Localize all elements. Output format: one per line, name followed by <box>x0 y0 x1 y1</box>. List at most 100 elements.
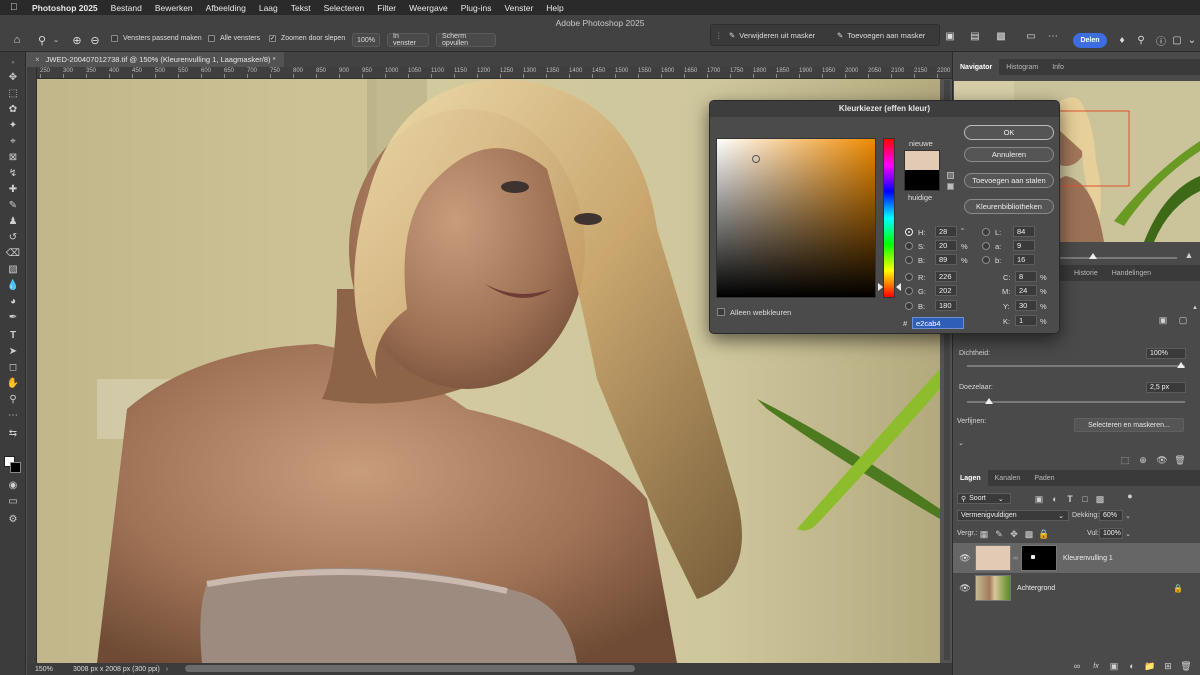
grip-icon[interactable]: ⋮ <box>715 28 723 43</box>
type-tool-icon[interactable]: T <box>4 328 22 342</box>
saturation-radio[interactable] <box>905 242 913 250</box>
tab-histogram[interactable]: Histogram <box>999 59 1045 75</box>
fit-windows-checkbox[interactable]: Vensters passend maken <box>111 35 202 42</box>
move-tool-icon[interactable]: ✥ <box>4 70 22 84</box>
link-icon[interactable]: ∞ <box>1013 555 1019 562</box>
search-icon[interactable]: ⚲ <box>1134 33 1148 47</box>
add-mask-icon[interactable]: ▣ <box>1108 660 1120 672</box>
add-to-swatches-button[interactable]: Toevoegen aan stalen <box>964 173 1054 188</box>
tab-layers[interactable]: Lagen <box>953 470 988 486</box>
screen-mode-icon[interactable]: ▭ <box>4 494 22 508</box>
layer-mask-thumbnail[interactable] <box>1021 545 1057 571</box>
tab-history[interactable]: Historie <box>1067 265 1105 281</box>
tab-actions[interactable]: Handelingen <box>1105 265 1158 281</box>
chevron-down-icon[interactable]: ⌄ <box>1122 510 1134 522</box>
trash-icon[interactable]: 🗑 <box>1180 660 1192 672</box>
fx-icon[interactable]: fx <box>1090 660 1102 672</box>
hex-field[interactable]: e2cab4 <box>912 317 964 329</box>
ok-button[interactable]: OK <box>964 125 1054 140</box>
menu-edit[interactable]: Bewerken <box>155 3 193 13</box>
panel-scroll-icon[interactable]: ▲ <box>1189 302 1200 314</box>
black-field[interactable]: 1 <box>1015 315 1037 326</box>
filter-adjustment-icon[interactable]: ◐ <box>1049 493 1061 505</box>
color-libraries-button[interactable]: Kleurenbibliotheken <box>964 199 1054 214</box>
path-selection-tool-icon[interactable]: ➤ <box>4 344 22 358</box>
shape-tool-icon[interactable]: ◻ <box>4 360 22 374</box>
filter-type-icon[interactable]: T <box>1064 493 1076 505</box>
tab-channels[interactable]: Kanalen <box>988 470 1028 486</box>
visibility-eye-icon[interactable]: 👁 <box>957 583 973 594</box>
layer-background-thumbnail[interactable] <box>975 575 1011 601</box>
eyedropper-tool-icon[interactable]: ↯ <box>4 166 22 180</box>
workspace-icon[interactable]: ▢ <box>1170 33 1184 47</box>
mask-option-icon-3[interactable]: ▩ <box>994 29 1008 43</box>
tab-paths[interactable]: Paden <box>1027 470 1061 486</box>
clone-stamp-tool-icon[interactable]: ♟ <box>4 214 22 228</box>
lab-b-field[interactable]: 16 <box>1013 254 1035 265</box>
add-to-mask-button[interactable]: ✎ Toevoegen aan masker <box>837 28 925 43</box>
lasso-tool-icon[interactable]: ✿ <box>4 102 22 116</box>
brightness-radio[interactable] <box>905 256 913 264</box>
share-tool-icon[interactable]: ⚙ <box>4 512 22 526</box>
apple-icon[interactable]:  <box>10 2 22 13</box>
apply-mask-icon[interactable]: ⊕ <box>1137 454 1149 466</box>
hue-slider[interactable] <box>883 138 895 298</box>
dodge-tool-icon[interactable]: ◕ <box>4 294 22 308</box>
menu-window[interactable]: Venster <box>504 3 533 13</box>
feather-slider[interactable] <box>967 401 1185 403</box>
blue-field[interactable]: 180 <box>935 300 957 311</box>
new-layer-icon[interactable]: ⊞ <box>1162 660 1174 672</box>
eraser-tool-icon[interactable]: ⌫ <box>4 246 22 260</box>
history-brush-tool-icon[interactable]: ↺ <box>4 230 22 244</box>
menu-image[interactable]: Afbeelding <box>206 3 246 13</box>
select-and-mask-button[interactable]: Selecteren en maskeren... <box>1074 418 1184 432</box>
blue-radio[interactable] <box>905 302 913 310</box>
layer-name[interactable]: Achtergrond <box>1017 585 1055 592</box>
gamut-warning-icon[interactable] <box>947 183 954 190</box>
frame-tool-icon[interactable]: ⊠ <box>4 150 22 164</box>
mask-option-icon-2[interactable]: ▤ <box>968 29 982 43</box>
swap-colors-icon[interactable]: ⇆ <box>4 426 22 440</box>
menu-file[interactable]: Bestand <box>111 3 142 13</box>
remove-from-mask-button[interactable]: ✎ Verwijderen uit masker <box>729 28 815 43</box>
blur-tool-icon[interactable]: 💧 <box>4 278 22 292</box>
density-field[interactable]: 100% <box>1146 348 1186 359</box>
hue-field[interactable]: 28 <box>935 226 957 237</box>
document-tab[interactable]: × JWED-200407012738.tif @ 150% (Kleurenv… <box>27 52 284 67</box>
fill-screen-button[interactable]: Scherm opvullen <box>436 33 496 47</box>
density-knob[interactable] <box>1177 362 1185 368</box>
zoom-level[interactable]: 150% <box>35 666 71 673</box>
trash-icon[interactable]: 🗑 <box>1174 454 1186 466</box>
zoom-out-icon[interactable]: ⊖ <box>87 32 103 48</box>
tab-info[interactable]: Info <box>1045 59 1071 75</box>
vertical-ruler[interactable] <box>27 67 37 663</box>
menu-view[interactable]: Weergave <box>409 3 448 13</box>
blend-mode-select[interactable]: Vermenigvuldigen ⌄ <box>957 510 1069 521</box>
hand-tool-icon[interactable]: ✋ <box>4 376 22 390</box>
feather-field[interactable]: 2,5 px <box>1146 382 1186 393</box>
red-radio[interactable] <box>905 273 913 281</box>
help-icon[interactable]: ⓘ <box>1154 33 1168 48</box>
menu-filter[interactable]: Filter <box>377 3 396 13</box>
zoom-in-icon[interactable]: ⊕ <box>69 32 85 48</box>
green-radio[interactable] <box>905 287 913 295</box>
lab-l-field[interactable]: 84 <box>1013 226 1035 237</box>
navigator-zoom-knob[interactable] <box>1089 253 1097 259</box>
lock-artboard-icon[interactable]: ▩ <box>1023 528 1035 540</box>
lock-all-icon[interactable]: 🔒 <box>1038 528 1050 540</box>
close-icon[interactable]: × <box>35 55 40 64</box>
crop-tool-icon[interactable]: ⌖ <box>4 134 22 148</box>
pen-tool-icon[interactable]: ✒ <box>4 310 22 324</box>
green-field[interactable]: 202 <box>935 285 957 296</box>
bell-icon[interactable]: ♦ <box>1115 33 1129 47</box>
horizontal-scrollbar[interactable] <box>185 665 635 672</box>
red-field[interactable]: 226 <box>935 271 957 282</box>
adjustment-layer-icon[interactable]: ◐ <box>1126 660 1138 672</box>
saturation-brightness-field[interactable] <box>716 138 876 298</box>
layer-row-background[interactable]: 👁 Achtergrond 🔒 <box>953 573 1200 603</box>
chevron-down-icon[interactable]: ⌄ <box>1185 33 1199 47</box>
lock-pixels-icon[interactable]: ✎ <box>993 528 1005 540</box>
chevron-down-icon[interactable]: ⌄ <box>48 32 64 48</box>
current-color-swatch[interactable] <box>904 170 940 191</box>
marquee-tool-icon[interactable]: ⬚ <box>4 86 22 100</box>
